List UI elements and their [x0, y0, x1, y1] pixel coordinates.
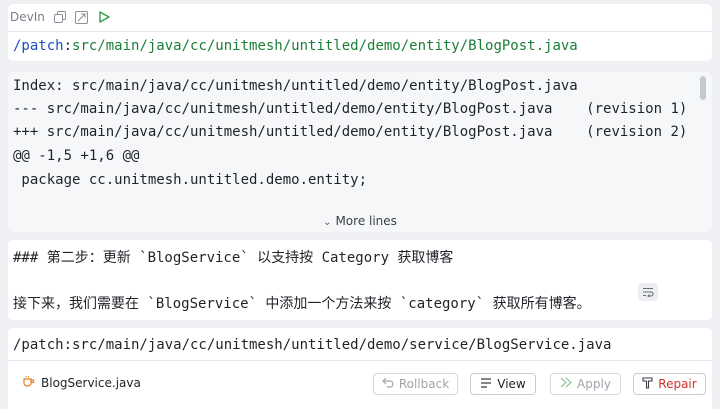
repair-label: Repair: [658, 377, 697, 391]
devin-title: DevIn: [10, 10, 45, 24]
run-icon[interactable]: [97, 10, 111, 24]
view-label: View: [497, 377, 526, 391]
file-name: BlogService.java: [41, 376, 141, 390]
patch-path: src/main/java/cc/unitmesh/untitled/demo/…: [72, 38, 578, 54]
rollback-button[interactable]: Rollback: [373, 373, 458, 395]
patch-keyword: /patch: [13, 38, 64, 54]
repair-icon: [642, 376, 653, 392]
patch-command-2: /patch:src/main/java/cc/unitmesh/untitle…: [13, 337, 612, 353]
diff-line: package cc.unitmesh.untitled.demo.entity…: [13, 172, 368, 188]
copy-icon[interactable]: [53, 10, 67, 24]
repair-button[interactable]: Repair: [633, 373, 706, 395]
view-button[interactable]: View: [470, 373, 536, 395]
apply-icon: [560, 377, 572, 391]
diff-line: Index: src/main/java/cc/unitmesh/untitle…: [13, 78, 578, 94]
diff-line: +++ src/main/java/cc/unitmesh/untitled/d…: [13, 124, 688, 140]
chevron-down-icon: ⌄: [323, 217, 332, 228]
soft-wrap-icon[interactable]: [638, 283, 658, 301]
diff-line: --- src/main/java/cc/unitmesh/untitled/d…: [13, 101, 688, 117]
message-body: 接下来，我们需要在 `BlogService` 中添加一个方法来按 `categ…: [13, 296, 591, 312]
apply-label: Apply: [577, 377, 611, 391]
patch-command: /patch:src/main/java/cc/unitmesh/untitle…: [13, 36, 578, 56]
patch-separator: :: [63, 38, 73, 54]
diff-line: @@ -1,5 +1,6 @@: [13, 148, 140, 164]
file-label[interactable]: BlogService.java: [22, 375, 141, 391]
divider: [8, 31, 712, 32]
message-heading: ### 第二步：更新 `BlogService` 以支持按 Category 获…: [13, 250, 454, 266]
rollback-icon: [381, 377, 394, 391]
java-file-icon: [22, 375, 35, 391]
more-lines-toggle[interactable]: ⌄ More lines: [0, 214, 720, 228]
more-lines-label: More lines: [335, 214, 397, 228]
devin-header: DevIn: [10, 6, 111, 28]
scrollbar[interactable]: [700, 76, 706, 100]
list-icon: [480, 377, 492, 391]
rollback-label: Rollback: [398, 377, 450, 391]
insert-icon[interactable]: [75, 10, 89, 24]
apply-button[interactable]: Apply: [550, 373, 621, 395]
